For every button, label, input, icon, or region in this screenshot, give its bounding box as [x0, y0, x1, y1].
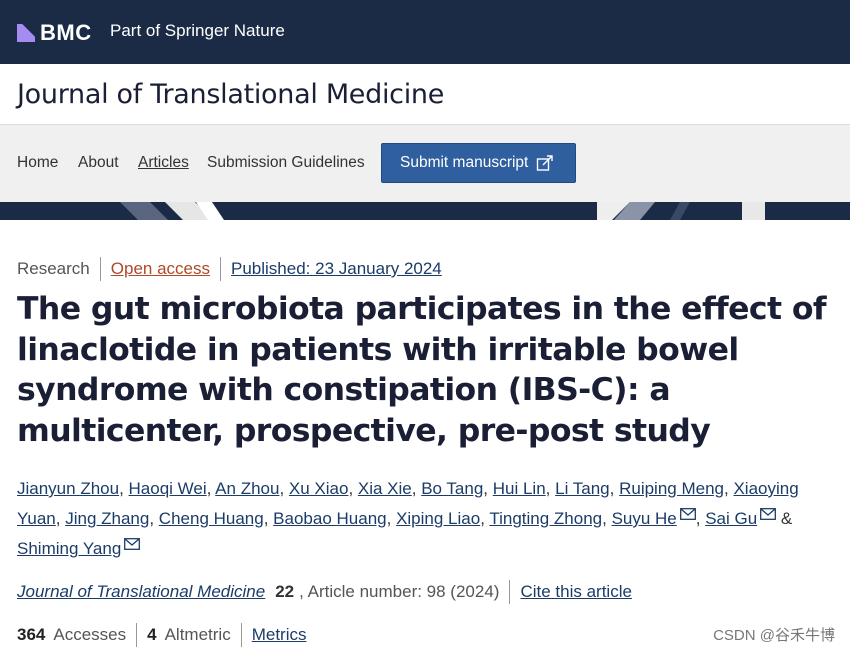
- nav-about[interactable]: About: [78, 154, 119, 172]
- author-link[interactable]: Tingting Zhong: [489, 509, 602, 528]
- article-meta: Research Open access Published: 23 Janua…: [17, 257, 442, 281]
- meta-divider: [509, 580, 511, 604]
- altmetric-count: 4: [147, 625, 157, 644]
- meta-divider: [99, 257, 101, 281]
- submit-manuscript-button[interactable]: Submit manuscript: [381, 143, 576, 183]
- author-link[interactable]: Hui Lin: [493, 479, 546, 498]
- cite-this-article-link[interactable]: Cite this article: [520, 582, 631, 602]
- accesses-count: 364: [17, 625, 46, 644]
- author-link[interactable]: Haoqi Wei: [129, 479, 207, 498]
- author-link[interactable]: Suyu He: [612, 509, 677, 528]
- meta-divider: [136, 623, 138, 647]
- article-type: Research: [17, 259, 90, 278]
- journal-nav: Home About Articles Submission Guideline…: [0, 125, 850, 202]
- metrics-line: 364 Accesses 4 Altmetric Metrics: [17, 623, 307, 647]
- meta-divider: [220, 257, 221, 281]
- citation-volume: 22: [275, 582, 295, 601]
- mail-icon[interactable]: [679, 508, 696, 520]
- citation-line: Journal of Translational Medicine 22 , A…: [17, 580, 632, 604]
- mail-icon[interactable]: [124, 538, 141, 550]
- metrics-link[interactable]: Metrics: [252, 625, 307, 645]
- journal-title[interactable]: Journal of Translational Medicine: [17, 79, 444, 110]
- accesses-label: Accesses: [53, 625, 127, 644]
- brand-tagline[interactable]: Part of Springer Nature: [110, 21, 285, 41]
- published-date-link[interactable]: Published: 23 January 2024: [231, 259, 442, 279]
- open-access-link[interactable]: Open access: [111, 259, 210, 279]
- author-link[interactable]: Bo Tang: [421, 479, 483, 498]
- author-link[interactable]: Xu Xiao: [289, 479, 349, 498]
- author-link[interactable]: Cheng Huang: [159, 509, 264, 528]
- csdn-watermark: CSDN @谷禾牛博: [713, 627, 835, 644]
- citation-journal-link[interactable]: Journal of Translational Medicine: [17, 582, 265, 602]
- author-link[interactable]: Xia Xie: [358, 479, 412, 498]
- author-link[interactable]: Jing Zhang: [65, 509, 149, 528]
- journal-header: Journal of Translational Medicine: [0, 64, 850, 125]
- decorative-banner: [0, 202, 850, 220]
- nav-articles[interactable]: Articles: [138, 154, 189, 172]
- author-link[interactable]: An Zhou: [215, 479, 279, 498]
- bmc-logo-text: BMC: [40, 20, 92, 45]
- banner-pattern: [120, 202, 765, 220]
- author-link[interactable]: Li Tang: [555, 479, 610, 498]
- author-link[interactable]: Shiming Yang: [17, 539, 121, 558]
- author-link[interactable]: Jianyun Zhou: [17, 479, 119, 498]
- bmc-logo[interactable]: BMC: [17, 20, 92, 46]
- submit-manuscript-label: Submit manuscript: [400, 154, 529, 171]
- submit-external-icon: [537, 155, 554, 171]
- bmc-logo-icon: [17, 24, 35, 42]
- mail-icon[interactable]: [760, 508, 777, 520]
- nav-home[interactable]: Home: [17, 154, 58, 172]
- altmetric-label: Altmetric: [164, 625, 231, 644]
- nav-submission-guidelines[interactable]: Submission Guidelines: [207, 154, 365, 172]
- article-title: The gut microbiota participates in the e…: [17, 291, 827, 449]
- author-link[interactable]: Ruiping Meng: [619, 479, 724, 498]
- publisher-header: BMC Part of Springer Nature: [0, 0, 850, 64]
- citation-article-number: , Article number: 98 (2024): [299, 582, 500, 601]
- author-link[interactable]: Xiping Liao: [396, 509, 480, 528]
- author-list: Jianyun Zhou, Haoqi Wei, An Zhou, Xu Xia…: [17, 479, 799, 558]
- author-link[interactable]: Sai Gu: [705, 509, 757, 528]
- meta-divider: [240, 623, 242, 647]
- author-link[interactable]: Baobao Huang: [273, 509, 386, 528]
